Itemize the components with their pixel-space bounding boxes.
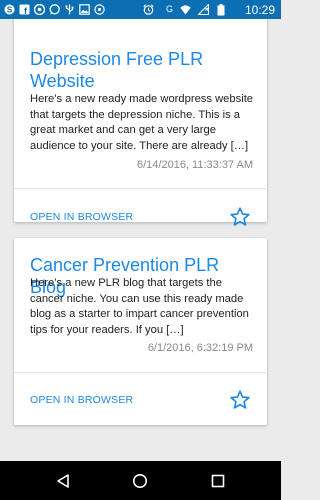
home-icon[interactable] xyxy=(129,470,151,492)
post-excerpt: Here’s a new ready made wordpress websit… xyxy=(30,93,254,152)
battery-icon xyxy=(217,3,225,15)
usb-icon xyxy=(64,4,75,15)
favorite-star-icon[interactable] xyxy=(229,389,251,411)
card-divider xyxy=(14,188,267,189)
back-icon[interactable] xyxy=(52,470,74,492)
signal-circle-icon xyxy=(94,4,105,15)
post-date: 6/14/2016, 11:33:37 AM xyxy=(137,159,253,171)
status-bar: S f G 10:29 xyxy=(0,0,281,19)
open-in-browser-button[interactable]: OPEN IN BROWSER xyxy=(30,210,133,224)
alarm-icon xyxy=(143,4,154,15)
status-time: 10:29 xyxy=(244,3,275,17)
navigation-bar xyxy=(0,461,281,500)
post-excerpt: Here’s a new PLR blog that targets the c… xyxy=(30,277,249,336)
wifi-icon xyxy=(180,4,191,15)
post-date: 6/1/2016, 6:32:19 PM xyxy=(147,342,253,354)
google-icon: G xyxy=(165,4,173,14)
facebook-icon: f xyxy=(19,4,30,15)
post-card: Depression Free PLR Website Here’s a new… xyxy=(14,19,267,226)
svg-text:S: S xyxy=(7,5,13,14)
card-divider xyxy=(14,372,267,373)
favorite-star-icon[interactable] xyxy=(229,206,251,228)
skype-icon: S xyxy=(4,4,15,15)
whatsapp-icon xyxy=(49,4,60,15)
open-in-browser-button[interactable]: OPEN IN BROWSER xyxy=(30,393,133,407)
recents-icon[interactable] xyxy=(207,470,229,492)
chrome-icon xyxy=(34,4,45,15)
no-sim-icon xyxy=(198,4,209,15)
post-title[interactable]: Depression Free PLR Website xyxy=(30,48,230,92)
feed-list: Depression Free PLR Website Here’s a new… xyxy=(0,19,281,461)
post-card: Cancer Prevention PLR Blog Here’s a new … xyxy=(14,238,267,425)
image-icon xyxy=(79,4,90,15)
